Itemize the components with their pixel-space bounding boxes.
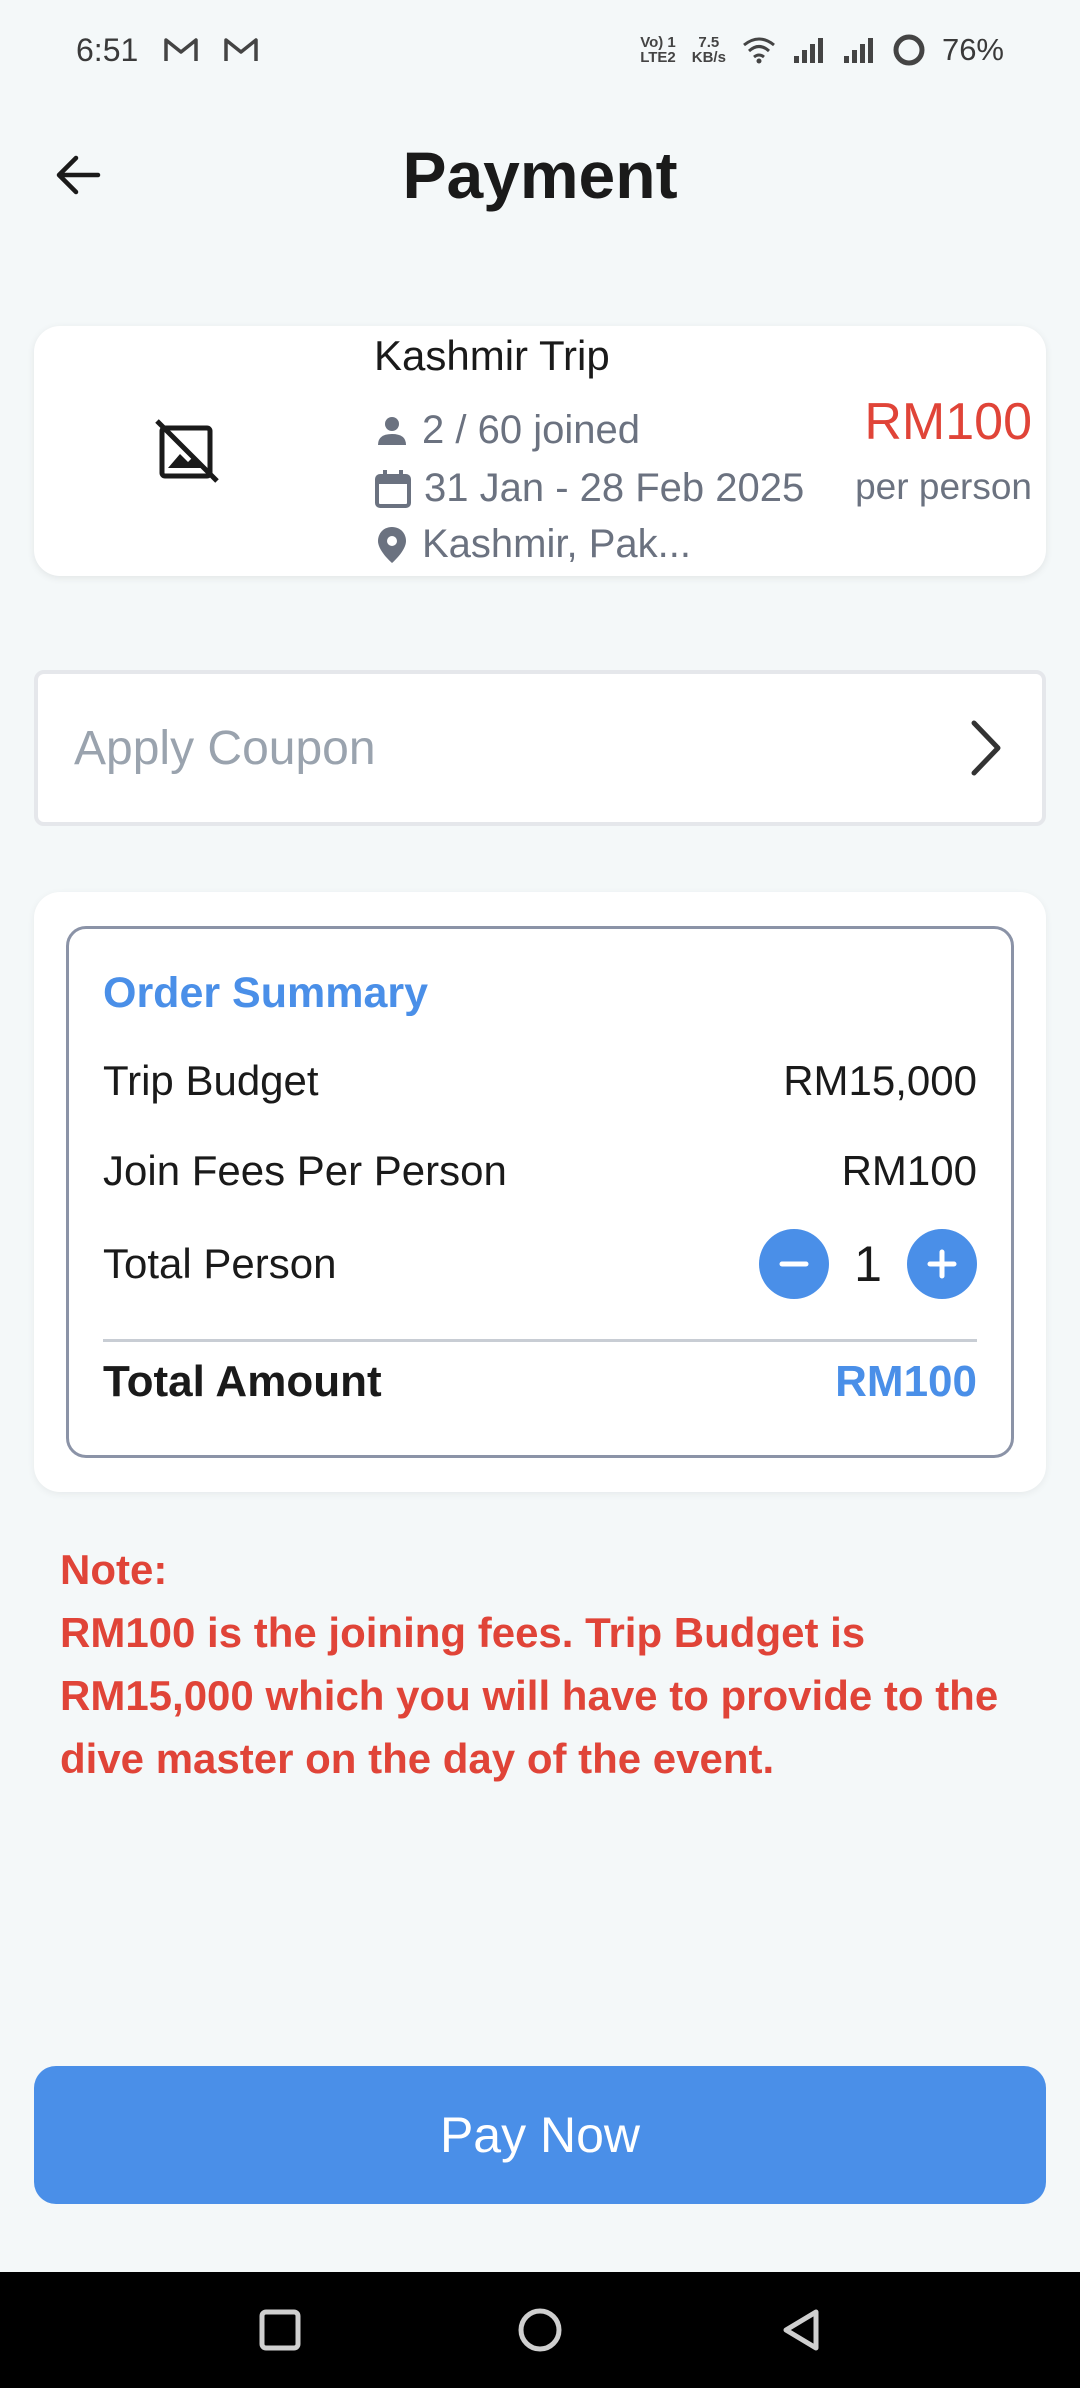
gmail-icon [164,38,199,61]
calendar-icon [375,469,411,508]
order-summary-heading: Order Summary [103,969,429,1017]
join-fees-label: Join Fees Per Person [103,1147,507,1194]
location-pin-icon [378,526,406,563]
trip-budget-row: Trip Budget RM15,000 [103,1057,977,1105]
system-navigation-bar [0,2272,1080,2388]
page-title: Payment [402,138,678,212]
note-text: RM100 is the joining fees. Trip Budget i… [60,1609,999,1782]
battery-level: 76% [941,32,1004,67]
order-summary-box: Order Summary Trip Budget RM15,000 Join … [66,926,1014,1458]
trip-joined-row: 2 / 60 joined [374,408,640,453]
summary-divider [103,1339,977,1342]
square-icon [259,2309,301,2351]
apply-coupon-button[interactable]: Apply Coupon [34,670,1046,826]
apply-coupon-label: Apply Coupon [74,721,376,775]
signal-icon [793,38,823,63]
broken-image-icon [155,419,219,483]
data-speed-indicator: 7.5 KB/s [691,34,726,66]
total-amount-value: RM100 [835,1357,977,1406]
arrow-left-icon [56,155,101,195]
network-indicator: Vo) 1 LTE2 [640,34,676,66]
total-amount-label: Total Amount [103,1357,382,1406]
increase-button[interactable] [907,1229,977,1299]
trip-title: Kashmir Trip [374,332,610,379]
join-fees-value: RM100 [841,1147,977,1194]
home-button[interactable] [510,2300,570,2360]
chevron-right-icon [971,720,1001,776]
order-summary-card: Order Summary Trip Budget RM15,000 Join … [34,892,1046,1492]
person-icon [378,416,406,445]
trip-dates: 31 Jan - 28 Feb 2025 [424,466,805,510]
trip-card[interactable]: Kashmir Trip 2 / 60 joined 31 Jan - 28 F… [34,326,1046,576]
status-bar: 6:51 Vo) 1 LTE2 7.5 KB/s 76% [0,0,1080,100]
battery-icon [893,34,925,66]
trip-joined: 2 / 60 joined [422,408,640,452]
trip-budget-value: RM15,000 [783,1057,977,1104]
app-header: Payment [0,120,1080,230]
status-time: 6:51 [76,31,139,68]
decrease-button[interactable] [759,1229,829,1299]
trip-location-row: Kashmir, Pak... [374,522,691,567]
minus-icon [779,1261,809,1267]
back-button[interactable] [48,145,108,205]
trip-dates-row: 31 Jan - 28 Feb 2025 [374,466,804,511]
signal-icon [843,38,873,63]
plus-icon [927,1249,957,1279]
circle-icon [518,2308,562,2352]
pay-now-button[interactable]: Pay Now [34,2066,1046,2204]
join-fees-row: Join Fees Per Person RM100 [103,1147,977,1195]
trip-budget-label: Trip Budget [103,1057,319,1104]
gmail-icon [224,38,259,61]
triangle-back-icon [783,2309,819,2351]
recents-button[interactable] [250,2300,310,2360]
trip-price: RM100 [864,393,1032,451]
quantity-stepper: 1 [759,1229,977,1299]
back-nav-button[interactable] [770,2300,830,2360]
note-title: Note: [60,1546,168,1593]
payment-note: Note: RM100 is the joining fees. Trip Bu… [60,1538,1040,1790]
total-amount-row: Total Amount RM100 [103,1357,977,1407]
person-count: 1 [854,1236,882,1292]
wifi-icon [743,37,775,64]
total-person-label: Total Person [103,1240,337,1287]
pay-now-label: Pay Now [439,2107,641,2163]
total-person-row: Total Person 1 [103,1229,977,1299]
trip-price-unit: per person [855,466,1032,507]
trip-location: Kashmir, Pak... [422,522,691,566]
